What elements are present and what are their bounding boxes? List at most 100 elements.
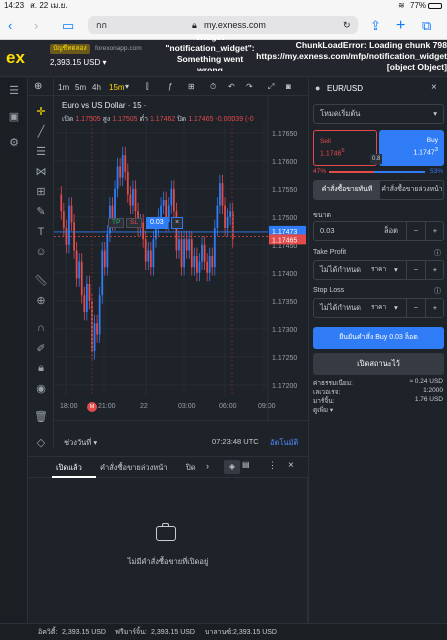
- account-footer: อิควิตี้: 2,393.15 USD ฟรีมาร์จิ้น: 2,39…: [0, 623, 447, 640]
- alert-icon[interactable]: ⏱: [210, 82, 216, 92]
- order-mode-value: โหมดเริ่มต้น: [320, 109, 361, 118]
- add-indicator-icon[interactable]: ⊕: [34, 81, 42, 92]
- close-panel-icon[interactable]: ×: [288, 460, 294, 471]
- close-position-button[interactable]: ×: [171, 217, 184, 229]
- fib-icon[interactable]: ⊞: [31, 185, 51, 198]
- equity-value: 2,393.15 USD: [62, 629, 106, 636]
- exness-logo[interactable]: ex: [6, 48, 25, 68]
- battery-icon: [428, 3, 442, 9]
- account-balance[interactable]: 2,393.15 USD ▾: [50, 58, 107, 67]
- timeframe-4h[interactable]: 4h: [92, 83, 101, 92]
- undo-icon[interactable]: ↶: [228, 82, 235, 91]
- text-icon[interactable]: T: [31, 226, 51, 238]
- sl-button[interactable]: SL: [126, 218, 142, 228]
- share-icon[interactable]: ⇪: [370, 12, 381, 40]
- collapse-icon[interactable]: ◇: [31, 436, 51, 449]
- date-range-label: ช่วงวันที่: [64, 438, 92, 447]
- sell-button[interactable]: Sell 1.17465: [313, 130, 377, 166]
- take-profit-increase-button[interactable]: +: [425, 261, 444, 279]
- reload-icon[interactable]: ↻: [343, 16, 351, 34]
- back-icon[interactable]: ‹: [8, 12, 12, 40]
- position-volume-label[interactable]: 0.03: [146, 217, 168, 229]
- candle-body: [180, 239, 183, 268]
- trendline-icon[interactable]: ╱: [31, 125, 51, 138]
- channel-icon[interactable]: ☰: [31, 145, 51, 158]
- crosshair-icon[interactable]: ✛: [31, 105, 51, 118]
- pattern-icon[interactable]: ⋈: [31, 165, 51, 178]
- more-icon[interactable]: ⋮: [268, 460, 277, 471]
- free-margin-value: 2,393.15 USD: [151, 629, 195, 636]
- eye-icon[interactable]: ◉: [31, 382, 51, 395]
- redo-icon[interactable]: ↷: [246, 82, 253, 91]
- stop-loss-increase-button[interactable]: +: [425, 299, 444, 317]
- tab-pending-orders[interactable]: คำสั่งซื้อขายล่วงหน้า: [100, 462, 168, 474]
- account-type-badge: บัญชีทดลอง: [50, 44, 90, 54]
- tab-pending-order[interactable]: คำสั่งซื้อขายล่วงหน้า: [380, 181, 443, 199]
- ohlc-high: 1.17505: [112, 116, 138, 123]
- ruler-icon[interactable]: 📏︎: [31, 274, 51, 287]
- tab-closed[interactable]: ปิด: [186, 462, 196, 474]
- chevron-down-icon: ▾: [433, 109, 437, 118]
- volume-decrease-button[interactable]: −: [406, 222, 425, 240]
- magnet-icon[interactable]: ∩: [31, 322, 51, 334]
- candle-body: [219, 183, 221, 206]
- chevron-down-icon: ▾: [102, 58, 107, 67]
- lock-icon[interactable]: 🔒︎: [31, 362, 51, 375]
- volume-increase-button[interactable]: +: [425, 222, 444, 240]
- forward-icon[interactable]: ›: [34, 12, 38, 40]
- lock-draw-icon[interactable]: ✐: [31, 342, 51, 355]
- fullscreen-icon[interactable]: ⤢: [268, 82, 274, 92]
- info-icon[interactable]: ⓘ: [434, 248, 441, 258]
- brush-icon[interactable]: ✎: [31, 205, 51, 218]
- info-icon[interactable]: ⓘ: [434, 286, 441, 296]
- stop-loss-input[interactable]: ไม่ได้กำหนด ราคา ▾ − +: [313, 298, 444, 318]
- chevron-down-icon[interactable]: ▾: [125, 82, 129, 91]
- buy-button[interactable]: Buy 1.17473: [379, 130, 444, 166]
- timeframe-5m[interactable]: 5m: [75, 83, 86, 92]
- candle-body: [144, 239, 147, 262]
- zoom-icon[interactable]: ⊕: [31, 294, 51, 307]
- volume-input[interactable]: 0.03 ล็อต − +: [313, 221, 444, 241]
- candle-body: [167, 205, 170, 223]
- sell-percent: 47%: [313, 168, 327, 175]
- settings-icon[interactable]: ⚙: [4, 136, 24, 149]
- more-details-link[interactable]: ดูเพิ่ม ▾: [313, 405, 333, 415]
- tp-button[interactable]: TP: [108, 218, 125, 228]
- order-mode-select[interactable]: โหมดเริ่มต้น ▾: [313, 104, 444, 124]
- layers-icon[interactable]: ◈: [224, 460, 240, 474]
- auto-scale-button[interactable]: อัตโนมัติ: [270, 437, 298, 449]
- confirm-order-button[interactable]: ยืนยันคำสั่ง Buy 0.03 ล็อต: [313, 327, 444, 349]
- tab-open-positions[interactable]: เปิดแล้ว: [56, 462, 82, 474]
- close-icon[interactable]: ×: [431, 82, 437, 93]
- take-profit-decrease-button[interactable]: −: [406, 261, 425, 279]
- candle-body: [101, 250, 104, 296]
- emoji-icon[interactable]: ☺: [31, 246, 51, 258]
- new-tab-icon[interactable]: +: [396, 12, 405, 40]
- take-profit-input[interactable]: ไม่ได้กำหนด ราคา ▾ − +: [313, 260, 444, 280]
- camera-icon[interactable]: ◙: [286, 82, 291, 91]
- candle-body: [221, 183, 224, 206]
- error-line: ChunkLoadError: Loading chunk 798: [295, 40, 447, 50]
- tab-market-order[interactable]: คำสั่งซื้อขายทันที: [314, 181, 380, 199]
- marker-badge[interactable]: M: [87, 402, 97, 412]
- price-chart[interactable]: 1.17650 1.17600 1.17550 1.17500 1.17450 1.174…: [54, 96, 306, 420]
- date-range-button[interactable]: ช่วงวันที่ ▾: [64, 437, 97, 449]
- menu-icon[interactable]: ☰: [4, 84, 24, 97]
- calendar-icon[interactable]: ▣: [4, 110, 24, 123]
- stack-icon[interactable]: ▤: [242, 460, 250, 469]
- candle-body: [229, 211, 232, 217]
- chevron-right-icon[interactable]: ›: [206, 461, 209, 471]
- error-line: [object Object]: [386, 62, 447, 72]
- indicators-icon[interactable]: ƒ: [168, 82, 172, 91]
- cancel-order-button[interactable]: เปิดสถานะไว้: [313, 353, 444, 375]
- stop-loss-decrease-button[interactable]: −: [406, 299, 425, 317]
- layout-icon[interactable]: ⊞: [188, 82, 195, 91]
- trash-icon[interactable]: 🗑︎: [31, 410, 51, 423]
- timeframe-15m[interactable]: 15m: [109, 83, 125, 92]
- timeframe-1m[interactable]: 1m: [58, 83, 69, 92]
- candle-body: [170, 188, 173, 206]
- tabs-icon[interactable]: ⧉: [422, 12, 431, 40]
- candle-type-icon[interactable]: ⫿: [146, 82, 149, 92]
- book-icon[interactable]: ▭: [62, 12, 74, 40]
- candlestick-chart[interactable]: 1.176501.176001.175501.175001.174501.174…: [54, 96, 306, 420]
